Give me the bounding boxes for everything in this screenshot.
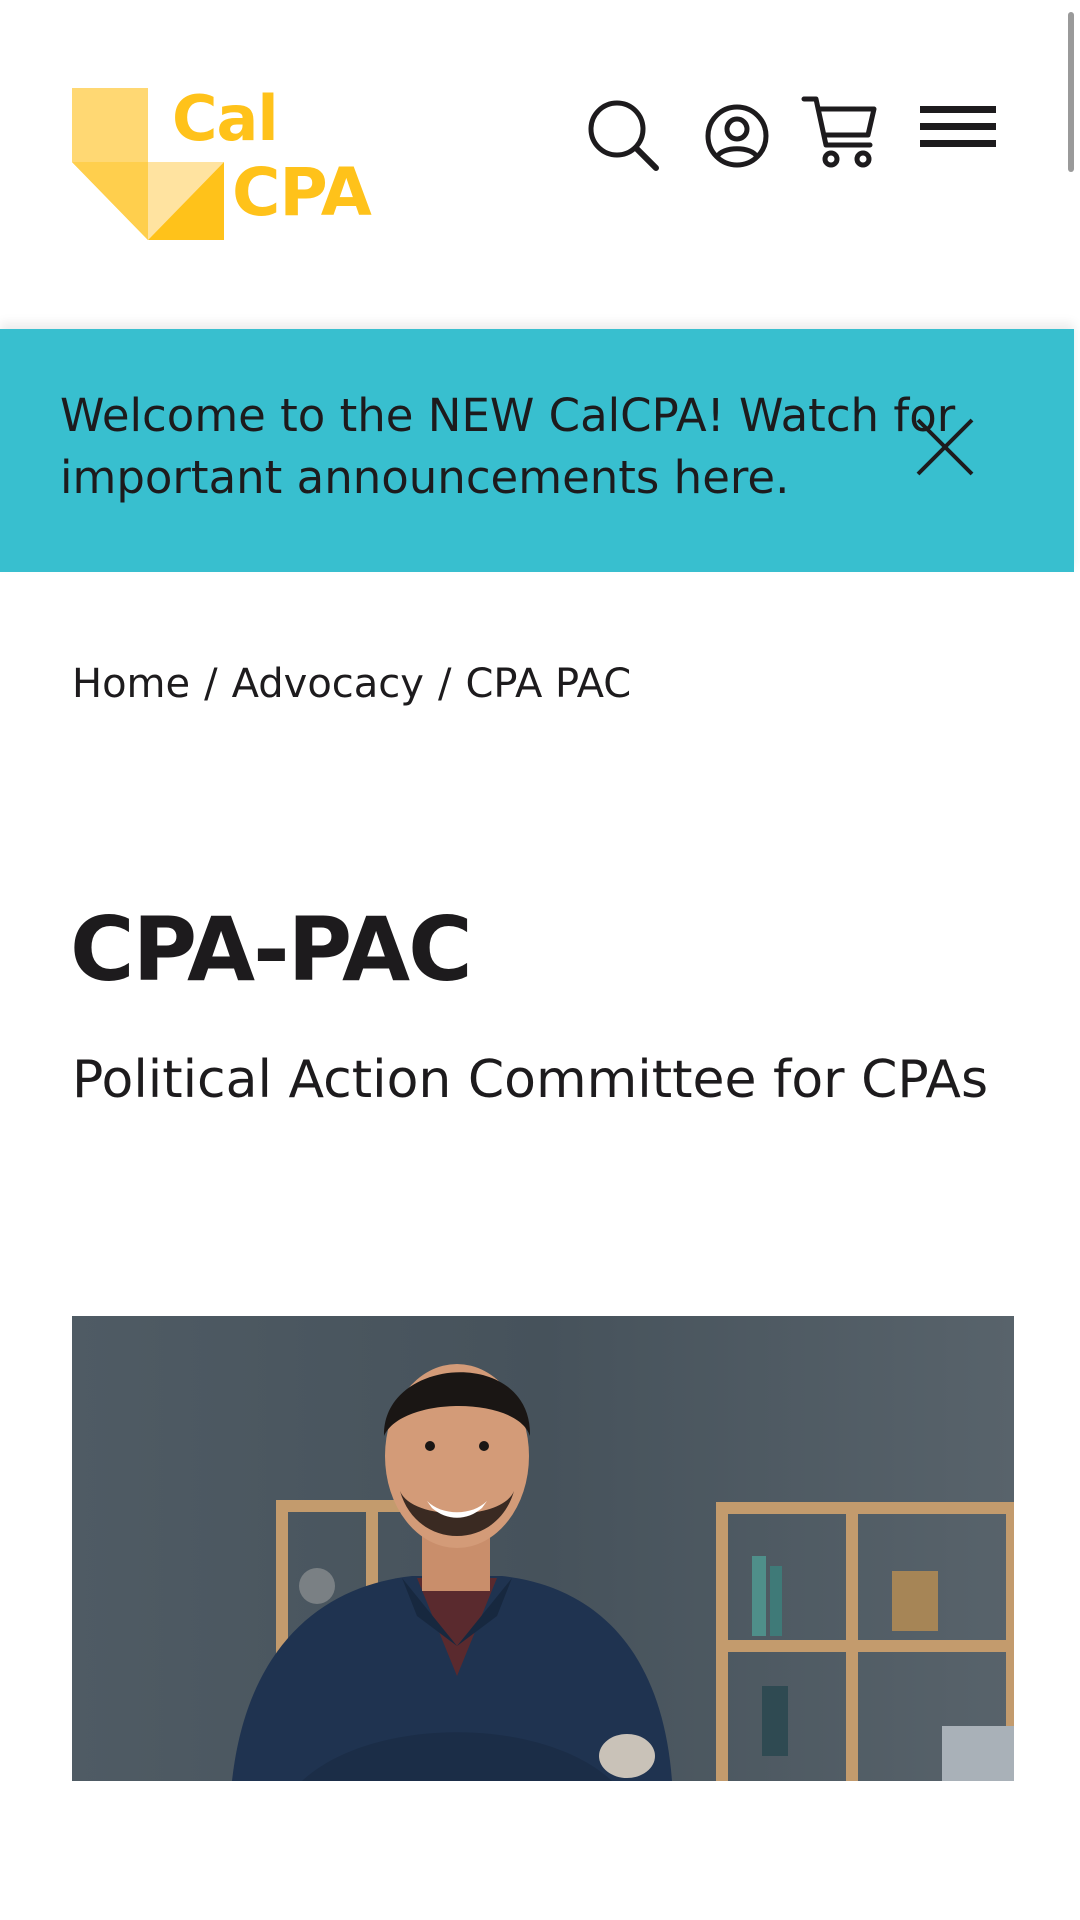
account-icon[interactable]: [697, 96, 777, 176]
breadcrumb-current: CPA PAC: [465, 661, 632, 707]
menu-icon[interactable]: [918, 96, 998, 176]
site-header: Cal CPA: [0, 0, 1080, 329]
logo-text-cpa: CPA: [232, 154, 372, 231]
search-icon[interactable]: [584, 96, 664, 176]
breadcrumb-separator: /: [437, 661, 452, 707]
calcpa-logo[interactable]: Cal CPA: [72, 88, 382, 240]
page: Cal CPA Welcome to the NEW CalCPA! Watch…: [0, 0, 1080, 1920]
close-icon[interactable]: [914, 416, 976, 478]
announcement-text: Welcome to the NEW CalCPA! Watch for imp…: [60, 389, 956, 504]
breadcrumb-home[interactable]: Home: [72, 661, 190, 707]
page-subtitle: Political Action Committee for CPAs: [72, 1050, 989, 1110]
page-title: CPA-PAC: [70, 898, 473, 1001]
scrollbar[interactable]: [1068, 12, 1074, 172]
breadcrumb-separator: /: [204, 661, 218, 707]
cart-icon[interactable]: [800, 93, 880, 173]
hero-photo-illustration: [72, 1316, 1014, 1781]
hero-image: [72, 1316, 1014, 1781]
breadcrumb: Home / Advocacy / CPA PAC: [72, 661, 631, 707]
announcement-banner: Welcome to the NEW CalCPA! Watch for imp…: [0, 329, 1074, 572]
logo-text-cal: Cal: [172, 82, 279, 155]
breadcrumb-advocacy[interactable]: Advocacy: [232, 661, 424, 707]
